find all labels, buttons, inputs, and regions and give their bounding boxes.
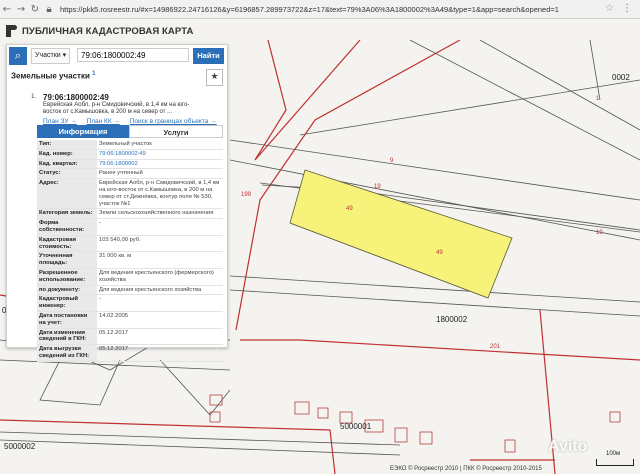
info-label: Кад. номер: (37, 149, 97, 160)
info-value: 31 000 кв. м (97, 251, 223, 269)
chevron-down-icon: ▾ (62, 52, 67, 59)
info-value: Земельный участок (97, 140, 223, 150)
search-row: ⌕ Участки ▾ Найти (7, 45, 227, 67)
browser-menu-icon[interactable]: ⋮ (622, 3, 632, 14)
info-row: по документу: Для ведения крестьянского х… (37, 285, 223, 296)
rosreestr-logo-icon (6, 25, 18, 37)
info-value: 05.12.2017 (97, 328, 223, 346)
info-label: Уточненная площадь: (37, 251, 97, 269)
info-row: Кад. квартал: 79:06:1800002 (37, 159, 223, 170)
info-row: Дата постановки на учет: 14.02.2005 (37, 311, 223, 329)
result-address: Еврейская Аобл, р-н Смидовичский, в 1,4 … (43, 102, 190, 115)
scale-label: 100м (606, 451, 621, 457)
address-bar[interactable]: https://pkk5.rosreestr.ru/#x=14986922.24… (60, 5, 560, 14)
tab-services[interactable]: Услуги (129, 125, 223, 138)
tab-information[interactable]: Информация (37, 125, 129, 138)
info-row: Дата выгрузки сведений из ГКН: 05.12.2017 (37, 344, 223, 362)
plan-zu-link[interactable]: План ЗУ → (43, 118, 77, 125)
info-value[interactable]: 79:06:1800002:49 (97, 149, 223, 160)
info-row: Тип: Земельный участок (37, 140, 223, 150)
info-value: 05.12.2017 (97, 344, 223, 362)
quarter-label: 5000001 (340, 422, 372, 431)
parcel-label: 49 (436, 250, 443, 256)
result-tabs: Информация Услуги (37, 125, 223, 138)
info-label: Кадастровый инженер: (37, 294, 97, 312)
info-label: Разрешенное использование: (37, 268, 97, 286)
info-value[interactable]: 79:06:1800002 (97, 159, 223, 170)
info-label: Тип: (37, 140, 97, 150)
info-label: по документу: (37, 285, 97, 296)
find-button[interactable]: Найти (193, 48, 224, 64)
lot-label: 19 (596, 230, 603, 236)
map-credits: ЕЭКО © Росреестр 2010 | ПКК © Росреестр … (390, 466, 542, 472)
info-row: Уточненная площадь: 31 000 кв. м (37, 251, 223, 269)
info-label: Дата постановки на учет: (37, 311, 97, 329)
scale-bar (596, 459, 634, 466)
info-label: Форма собственности: (37, 218, 97, 236)
info-value: - (97, 218, 223, 236)
search-icon[interactable]: ⌕ (9, 47, 27, 65)
info-row: Категория земель: Земли сельскохозяйствен… (37, 208, 223, 220)
parcel-label: 49 (346, 206, 353, 212)
info-value: Для ведения крестьянского хозяйства (97, 285, 223, 296)
quarter-label: 1800002 (436, 315, 468, 324)
quarter-label: 5000002 (4, 442, 36, 451)
app-header: ПУБЛИЧНАЯ КАДАСТРОВАЯ КАРТА (0, 22, 193, 40)
info-value: Для ведения крестьянского (фермерского) … (97, 268, 223, 286)
info-label: Статус: (37, 168, 97, 180)
page-title: ПУБЛИЧНАЯ КАДАСТРОВАЯ КАРТА (22, 25, 194, 37)
info-value: Земли сельскохозяйственного назначения (97, 208, 223, 220)
results-count: 1 (92, 71, 96, 77)
info-label: Адрес: (37, 178, 97, 210)
bookmark-star-icon[interactable]: ☆ (605, 3, 614, 14)
back-icon[interactable]: ← (0, 4, 14, 15)
result-links: План ЗУ → План КК → Поиск в границах объ… (37, 118, 223, 125)
lot-label: 199 (241, 192, 252, 198)
avito-watermark: Avito (548, 438, 588, 455)
search-panel: ⌕ Участки ▾ Найти Земельные участки 1 ★ … (6, 44, 228, 362)
reload-icon[interactable]: ↻ (28, 4, 42, 15)
result-cad-number[interactable]: 79:06:1800002:49 (37, 90, 223, 102)
info-value: 103 540,00 руб. (97, 235, 223, 253)
favorite-star-icon[interactable]: ★ (206, 69, 223, 86)
lock-icon: 🔒︎ (46, 3, 52, 15)
info-value: 14.02.2005 (97, 311, 223, 329)
browser-toolbar: ← → ↻ 🔒︎ https://pkk5.rosreestr.ru/#x=14… (0, 0, 640, 19)
lot-label: 19 (374, 184, 381, 190)
plan-kk-link[interactable]: План КК → (87, 118, 120, 125)
info-row: Адрес: Еврейская Аобл, р-н Смидовичский, … (37, 178, 223, 210)
info-table: Тип: Земельный участок Кад. номер: 79:06:18… (37, 140, 223, 362)
info-label: Дата изменения сведений в ГКН: (37, 328, 97, 346)
quarter-label: 0002 (612, 73, 630, 82)
info-row: Форма собственности: - (37, 218, 223, 236)
info-row: Кадастровый инженер: - (37, 294, 223, 312)
info-value: Еврейская Аобл, р-н Смидовичский, в 1,4 … (97, 178, 223, 210)
lot-label: 201 (490, 344, 501, 350)
info-row: Кадастровая стоимость: 103 540,00 руб. (37, 235, 223, 253)
search-type-select[interactable]: Участки ▾ (31, 48, 71, 64)
info-value: Ранее учтенный (97, 168, 223, 180)
results-section-title: Земельные участки 1 (11, 71, 95, 81)
info-row: Дата изменения сведений в ГКН: 05.12.2017 (37, 328, 223, 346)
info-label: Кад. квартал: (37, 159, 97, 170)
info-value: - (97, 294, 223, 312)
search-type-label: Участки (35, 52, 61, 59)
result-index: 1. (31, 93, 37, 100)
info-label: Кадастровая стоимость: (37, 235, 97, 253)
info-row: Статус: Ранее учтенный (37, 168, 223, 180)
result-card[interactable]: 1. 79:06:1800002:49 Еврейская Аобл, р-н … (31, 90, 223, 125)
info-label: Категория земель: (37, 208, 97, 220)
results-title-text: Земельные участки (11, 71, 90, 81)
search-in-bounds-link[interactable]: Поиск в границах объекта → (130, 118, 217, 125)
forward-icon[interactable]: → (14, 4, 28, 15)
info-label: Дата выгрузки сведений из ГКН: (37, 344, 97, 362)
info-row: Кад. номер: 79:06:1800002:49 (37, 149, 223, 160)
search-input[interactable] (77, 48, 189, 62)
info-row: Разрешенное использование: Для ведения кр… (37, 268, 223, 286)
